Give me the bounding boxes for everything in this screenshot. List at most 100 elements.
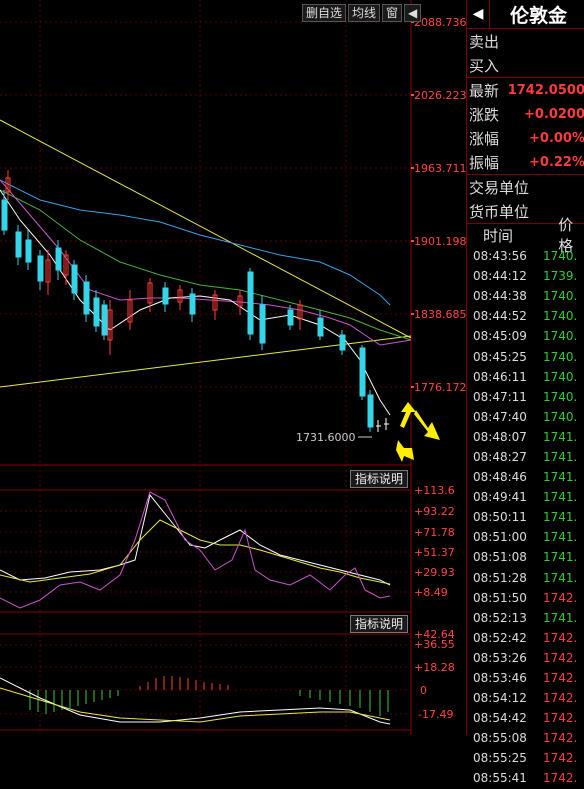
tick-row: 08:43:56 1740. [467,246,584,266]
tick-time: 08:49:41 [473,490,527,505]
quote-row-buy: 买入 [467,53,584,77]
tick-time: 08:54:42 [473,711,527,726]
tick-time: 08:46:11 [473,369,527,384]
tick-time: 08:45:25 [473,349,527,364]
tick-time: 08:45:09 [473,329,527,344]
y-label: +113.6 [414,484,455,497]
tick-row: 08:55:08 1742. [467,728,584,748]
tick-price: 1740. [543,349,578,364]
indicator-help-button[interactable]: 指标说明 [350,470,409,488]
tick-row: 08:45:09 1740. [467,326,584,346]
tick-row: 08:51:00 1741. [467,527,584,547]
tick-row: 08:44:12 1739. [467,266,584,286]
prev-instrument-icon[interactable]: ◀ [467,0,490,28]
indicator2-y-labels: +42.64 +36.55 +18.28 0 -17.49 [414,628,455,721]
y-label: 0 [420,684,427,697]
tick-price: 1742. [543,771,578,786]
y-label: +36.55 [414,638,455,651]
tick-time: 08:53:26 [473,650,527,665]
y-label: 2088.736 [414,16,466,29]
quote-label: 最新 [469,81,500,100]
tick-price: 1740. [543,249,578,264]
tick-time: 08:55:08 [473,731,527,746]
panel-header: ◀ 伦敦金 [467,0,584,29]
ticks-header: 时间 价格 [467,216,584,255]
quote-row-amplitude: 振幅 +0.22% [467,150,584,174]
tick-price: 1742. [543,590,578,605]
tick-price: 1740. [543,289,578,304]
moving-average-button[interactable]: 均线 [348,4,381,22]
y-label: 1963.711 [414,162,466,175]
collapse-icon[interactable]: ◀ [404,4,422,22]
y-label: +8.49 [414,586,448,599]
tick-price: 1742. [543,711,578,726]
candles [1,170,389,432]
tick-row: 08:53:26 1742. [467,648,584,668]
window-button[interactable]: 窗 [382,4,403,22]
tick-row: 08:47:40 1740. [467,407,584,427]
arrow-icon [396,402,440,462]
tick-row: 08:55:41 1742. [467,768,584,788]
tick-row: 08:54:42 1742. [467,708,584,728]
tick-row: 08:44:38 1740. [467,286,584,306]
tick-time: 08:48:46 [473,470,527,485]
tick-price: 1742. [543,630,578,645]
tick-time: 08:43:56 [473,249,527,264]
tick-price: 1740. [543,309,578,324]
y-label: +18.28 [414,661,455,674]
tick-time: 08:51:00 [473,530,527,545]
remove-favorite-button[interactable]: 删自选 [302,4,347,22]
tick-row: 08:47:11 1740. [467,387,584,407]
tick-row: 08:48:46 1741. [467,467,584,487]
quote-label: 涨幅 [469,129,500,148]
indicator1-y-labels: +113.6 +93.22 +71.78 +51.37 +29.93 +8.49 [414,484,455,599]
quote-row-change-pct: 涨幅 +0.00% [467,126,584,150]
tick-row: 08:51:28 1741. [467,568,584,588]
tick-time: 08:47:11 [473,389,527,404]
quote-row-sell: 卖出 [467,29,584,53]
tick-price: 1741. [543,490,578,505]
tick-time: 08:52:13 [473,610,527,625]
ticks-list[interactable]: 08:43:56 1740. 08:44:12 1739. 08:44:38 1740. 0… [467,246,584,789]
tick-time: 08:51:50 [473,590,527,605]
tick-price: 1740. [543,329,578,344]
tick-price: 1742. [543,731,578,746]
tick-row: 08:48:27 1741. [467,447,584,467]
tick-time: 08:51:08 [473,550,527,565]
tick-row: 08:51:08 1741. [467,547,584,567]
chart-toolbar: 删自选 均线 窗 ◀ [302,4,422,22]
tick-row: 08:52:42 1742. [467,628,584,648]
quote-label: 涨跌 [469,105,500,124]
tick-time: 08:44:52 [473,309,527,324]
tick-price: 1742. [543,751,578,766]
tick-price: 1740. [543,389,578,404]
tick-price: 1742. [543,691,578,706]
tick-price: 1740. [543,409,578,424]
quote-value: +0.0200 [523,106,584,122]
tick-row: 08:49:41 1741. [467,487,584,507]
tick-time: 08:52:42 [473,630,527,645]
quote-label: 交易单位 [469,178,530,197]
y-label: +93.22 [414,505,455,518]
tick-row: 08:45:25 1740. [467,346,584,366]
tick-price: 1741. [543,550,578,565]
tick-time: 08:48:07 [473,429,527,444]
tick-price: 1740. [543,369,578,384]
quote-label: 卖出 [469,32,500,51]
indicator-help-button[interactable]: 指标说明 [350,615,409,633]
chart-area[interactable]: 2088.736 2026.223 1963.711 1901.198 1838… [0,0,467,735]
tick-time: 08:50:11 [473,510,527,525]
quote-label: 买入 [469,56,500,75]
quote-value: +0.22% [529,154,584,170]
tick-time: 08:53:46 [473,671,527,686]
tick-price: 1741. [543,530,578,545]
tick-time: 08:48:27 [473,449,527,464]
tick-price: 1741. [543,510,578,525]
y-label: 1776.172 [414,381,466,394]
tick-row: 08:50:11 1741. [467,507,584,527]
quote-row-trade-unit: 交易单位 [467,175,584,199]
tick-price: 1741. [543,429,578,444]
quote-panel: ◀ 伦敦金 卖出 买入 最新 1742.0500 涨跌 +0.0200 涨幅 +… [466,0,584,785]
tick-price: 1741. [543,470,578,485]
quote-value: 1742.0500 [507,82,584,98]
